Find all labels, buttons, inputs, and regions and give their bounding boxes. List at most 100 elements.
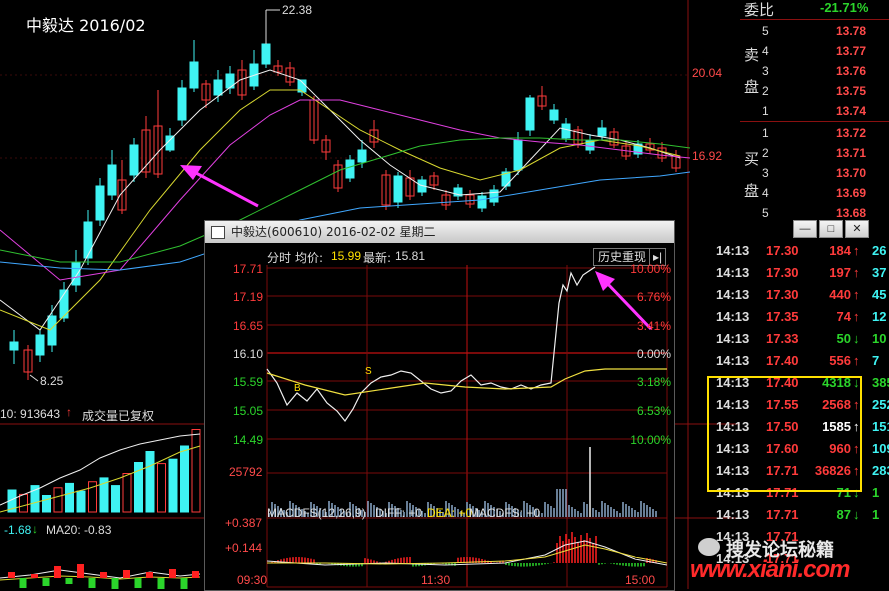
sell-level-row[interactable]: 3 13.76 bbox=[740, 61, 889, 81]
candle-body bbox=[549, 109, 559, 121]
buy-price: 13.70 bbox=[836, 166, 867, 180]
intraday-mode-label: 分时 bbox=[267, 251, 292, 265]
percent-tick: 3.18% bbox=[636, 375, 671, 389]
volume-bar bbox=[145, 451, 155, 513]
volume-bar bbox=[42, 495, 51, 513]
candle-body bbox=[9, 341, 19, 351]
macd-bar bbox=[31, 574, 38, 578]
tick-row[interactable]: 14:13 17.30 184 ↑ 26 bbox=[710, 240, 889, 262]
macd-bar bbox=[111, 578, 119, 589]
sell-level-row[interactable]: 1 13.74 bbox=[740, 101, 889, 121]
tick-time: 14:13 bbox=[716, 265, 750, 280]
intraday-chart[interactable] bbox=[205, 243, 674, 590]
tick-time: 14:13 bbox=[716, 507, 750, 522]
popup-title-bar[interactable]: 中毅达(600610) 2016-02-02 星期二 bbox=[205, 221, 674, 243]
intraday-price-line bbox=[266, 266, 596, 423]
macd-value-2: MA20: -0.83 bbox=[46, 523, 112, 537]
axis-label-lower: 16.92 bbox=[692, 149, 723, 163]
time-tick: 11:30 bbox=[421, 573, 451, 587]
tick-row[interactable]: 14:13 17.33 50 ↓ 10 bbox=[710, 328, 889, 350]
last-price-value: 15.81 bbox=[395, 249, 426, 263]
buy-price: 13.69 bbox=[836, 186, 867, 200]
candle-body bbox=[393, 175, 403, 203]
tick-row[interactable]: 14:13 17.35 74 ↑ 12 bbox=[710, 306, 889, 328]
tick-row[interactable]: 14:13 17.40 556 ↑ 7 bbox=[710, 350, 889, 372]
buy-level: 5 bbox=[762, 206, 769, 220]
volume-bar bbox=[180, 445, 189, 513]
sell-price: 13.75 bbox=[836, 84, 867, 98]
macd-bar bbox=[146, 572, 153, 578]
time-tick: 15:00 bbox=[625, 573, 656, 587]
macd-bar bbox=[157, 578, 165, 589]
sell-price: 13.76 bbox=[836, 64, 867, 78]
tick-row[interactable]: 14:13 17.30 440 ↑ 45 bbox=[710, 284, 889, 306]
macd-bar bbox=[192, 571, 199, 578]
macd-value-1: -1.68 bbox=[4, 523, 32, 537]
candle-body bbox=[561, 123, 571, 139]
macd-bar bbox=[8, 572, 15, 578]
tick-count: 12 bbox=[872, 309, 887, 324]
sell-level-row[interactable]: 5 13.78 bbox=[740, 21, 889, 41]
avg-price-value: 15.99 bbox=[331, 249, 362, 263]
macd-bar bbox=[123, 570, 130, 578]
buy-level-row[interactable]: 3 13.70 bbox=[740, 163, 889, 183]
buy-level-row[interactable]: 2 13.71 bbox=[740, 143, 889, 163]
sell-level-row[interactable]: 2 13.75 bbox=[740, 81, 889, 101]
close-button[interactable]: ✕ bbox=[845, 220, 869, 238]
tick-count: 10 bbox=[872, 331, 887, 346]
tick-row[interactable]: 14:13 17.30 197 ↑ 37 bbox=[710, 262, 889, 284]
maximize-button[interactable]: □ bbox=[819, 220, 843, 238]
percent-tick: 3.41% bbox=[636, 319, 671, 333]
candle-body bbox=[47, 315, 57, 346]
tick-time: 14:13 bbox=[716, 331, 750, 346]
price-tick: 16.65 bbox=[233, 319, 264, 333]
time-tick: 09:30 bbox=[237, 573, 268, 587]
macd-bar bbox=[180, 578, 188, 589]
macd-bar bbox=[77, 564, 84, 578]
candle-body bbox=[107, 164, 117, 196]
tick-price: 17.30 bbox=[766, 287, 799, 302]
macd-tick-lower: +0.144 bbox=[225, 541, 263, 555]
candle-body bbox=[35, 334, 45, 356]
percent-tick: 10.00% bbox=[630, 433, 671, 447]
tick-count: 7 bbox=[872, 353, 880, 368]
candle-body bbox=[129, 144, 139, 176]
volume-bar bbox=[53, 487, 63, 513]
buy-level-row[interactable]: 1 13.72 bbox=[740, 123, 889, 143]
tick-price: 17.30 bbox=[766, 265, 799, 280]
macd-dea-value: DEA: +0 bbox=[427, 506, 473, 520]
macd-down-icon: ↓ bbox=[32, 522, 38, 536]
tick-count: 2839 bbox=[872, 463, 889, 478]
buy-level-row[interactable]: 4 13.69 bbox=[740, 183, 889, 203]
arrow-up-icon: ↑ bbox=[853, 265, 860, 280]
candle-body bbox=[525, 97, 535, 131]
highlight-box bbox=[707, 376, 862, 492]
order-book: 委比 -21.71% 卖 盘 5 13.78 4 13.77 3 13.76 2 13.75 1… bbox=[740, 0, 889, 220]
tick-time: 14:13 bbox=[716, 243, 750, 258]
sell-level-row[interactable]: 4 13.77 bbox=[740, 41, 889, 61]
watermark-line-2: www.xiani.com bbox=[690, 556, 850, 583]
buy-price: 13.72 bbox=[836, 126, 867, 140]
price-tick: 17.19 bbox=[233, 290, 264, 304]
sell-price: 13.78 bbox=[836, 24, 867, 38]
candle-body bbox=[261, 43, 271, 65]
axis-label-upper: 20.04 bbox=[692, 66, 723, 80]
tick-count: 37 bbox=[872, 265, 887, 280]
tick-count: 109 bbox=[872, 441, 889, 456]
macd-bar bbox=[169, 569, 176, 578]
sell-level: 1 bbox=[762, 104, 769, 118]
buy-level: 3 bbox=[762, 166, 769, 180]
candle-body bbox=[357, 149, 367, 163]
tick-count: 1 bbox=[872, 507, 880, 522]
intraday-popup-window[interactable]: 中毅达(600610) 2016-02-02 星期二 分时 均价: 15.99 … bbox=[204, 220, 675, 591]
tick-volume: 197 bbox=[829, 265, 851, 280]
candle-body bbox=[189, 61, 199, 89]
tick-time: 14:13 bbox=[716, 287, 750, 302]
candle-body bbox=[83, 221, 93, 259]
macd-bar bbox=[134, 578, 142, 588]
tick-row[interactable]: 14:13 17.71 87 ↓ 1 bbox=[710, 504, 889, 526]
volume-bar bbox=[191, 429, 201, 513]
tick-count: 45 bbox=[872, 287, 887, 302]
minimize-button[interactable]: — bbox=[793, 220, 817, 238]
avg-price-label: 均价: bbox=[295, 251, 324, 265]
